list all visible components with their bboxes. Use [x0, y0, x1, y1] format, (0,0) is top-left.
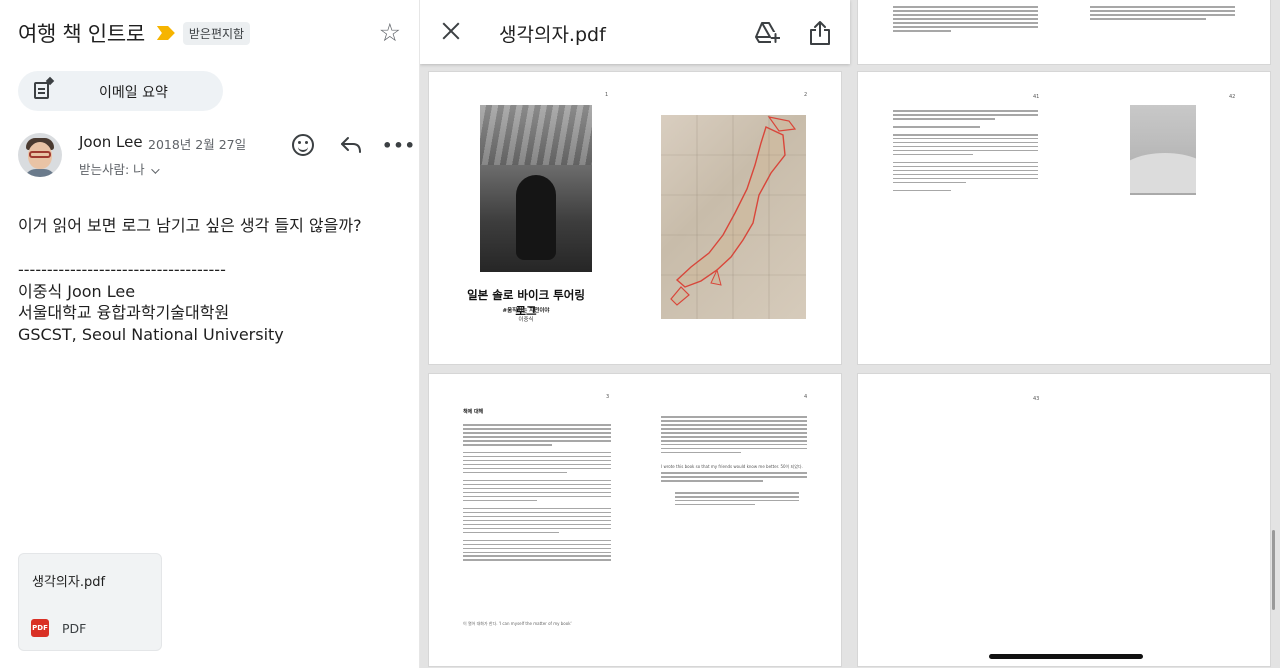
sent-date: 2018년 2월 27일	[148, 137, 247, 152]
page-number: 1	[605, 92, 609, 98]
importance-marker-icon[interactable]	[156, 26, 175, 40]
page-number: 4	[804, 394, 808, 400]
add-to-drive-icon[interactable]	[754, 20, 780, 44]
inbox-label-chip[interactable]: 받은편지함	[182, 21, 251, 45]
pdf-page-spread-39-40[interactable]	[858, 0, 1270, 64]
page-text-block	[1090, 6, 1235, 22]
japan-route-map-image	[661, 115, 806, 319]
close-icon[interactable]	[440, 20, 462, 42]
attachment-type: PDF	[62, 621, 87, 636]
pdf-viewer[interactable]: 생각의자.pdf 1 2 일본 솔로 바이크 투어링 로그 #움직이는 자전이야…	[420, 0, 1280, 668]
pdf-page-spread-41-42[interactable]: 41 42	[858, 72, 1270, 364]
email-body: 이거 읽어 보면 로그 남기고 싶은 생각 들지 않을까?	[18, 216, 362, 235]
summary-icon	[34, 82, 49, 99]
email-pane: 여행 책 인트로 받은편지함 ☆ 이메일 요약 Joon Lee 2018년 2…	[0, 0, 420, 668]
viewer-scrollbar[interactable]	[1272, 530, 1275, 610]
pdf-page-spread-3-4[interactable]: 3 4 책에 대해 이 열어 대화가 한다. 'I can myself the…	[429, 374, 841, 666]
page-text-block	[463, 424, 611, 563]
sender-name[interactable]: Joon Lee	[79, 133, 143, 151]
share-icon[interactable]	[808, 20, 832, 46]
more-icon: •••	[382, 135, 416, 155]
pdf-page-spread-1-2[interactable]: 1 2 일본 솔로 바이크 투어링 로그 #움직이는 자전이야 이중식	[429, 72, 841, 364]
page-text-line: 이 열어 대화가 한다. 'I can myself the matter of…	[463, 621, 572, 626]
email-subject: 여행 책 인트로	[18, 22, 145, 46]
page-number: 42	[1229, 94, 1236, 100]
page-number: 43	[1033, 396, 1040, 402]
attachment-card[interactable]: 생각의자.pdf PDF PDF	[18, 553, 162, 651]
page-number: 2	[804, 92, 808, 98]
recipient-label: 받는사람: 나	[79, 162, 145, 177]
motorcycle-photo	[480, 105, 592, 272]
emoji-icon	[292, 134, 314, 156]
reply-icon	[341, 137, 361, 153]
beach-dunes-photo	[1130, 105, 1196, 195]
home-indicator[interactable]	[989, 654, 1143, 659]
page-text-block	[661, 472, 807, 508]
email-signature: ------------------------------------ 이중식…	[18, 260, 284, 344]
email-summary-label: 이메일 요약	[99, 85, 168, 101]
book-author: 이중식	[518, 317, 534, 323]
avatar-shirt	[24, 169, 56, 177]
attachment-name: 생각의자.pdf	[32, 575, 106, 590]
add-reaction-button[interactable]	[288, 130, 318, 160]
section-heading: 책에 대해	[463, 409, 484, 415]
avatar-glasses	[29, 151, 51, 158]
viewer-title: 생각의자.pdf	[499, 24, 606, 46]
book-subtitle: #움직이는 자전이야	[502, 308, 550, 314]
recipient-toggle[interactable]: 받는사람: 나	[79, 159, 160, 178]
page-number: 3	[606, 394, 610, 400]
chevron-down-icon	[150, 165, 160, 174]
page-text-block	[893, 110, 1038, 194]
pdf-file-icon: PDF	[31, 619, 49, 637]
reply-button[interactable]	[336, 130, 366, 160]
viewer-header: 생각의자.pdf	[420, 0, 850, 64]
star-icon[interactable]: ☆	[379, 20, 401, 45]
email-summary-button[interactable]: 이메일 요약	[18, 71, 223, 111]
pdf-page-43[interactable]: 43	[858, 374, 1270, 666]
avatar[interactable]	[18, 133, 62, 177]
page-text-block	[893, 6, 1038, 34]
page-text-block	[661, 416, 807, 460]
subject-row: 여행 책 인트로 받은편지함 ☆	[18, 18, 401, 48]
more-options-button[interactable]: •••	[382, 130, 416, 160]
page-quote-line: I wrote this book so that my friends wou…	[661, 464, 803, 469]
page-number: 41	[1033, 94, 1040, 100]
